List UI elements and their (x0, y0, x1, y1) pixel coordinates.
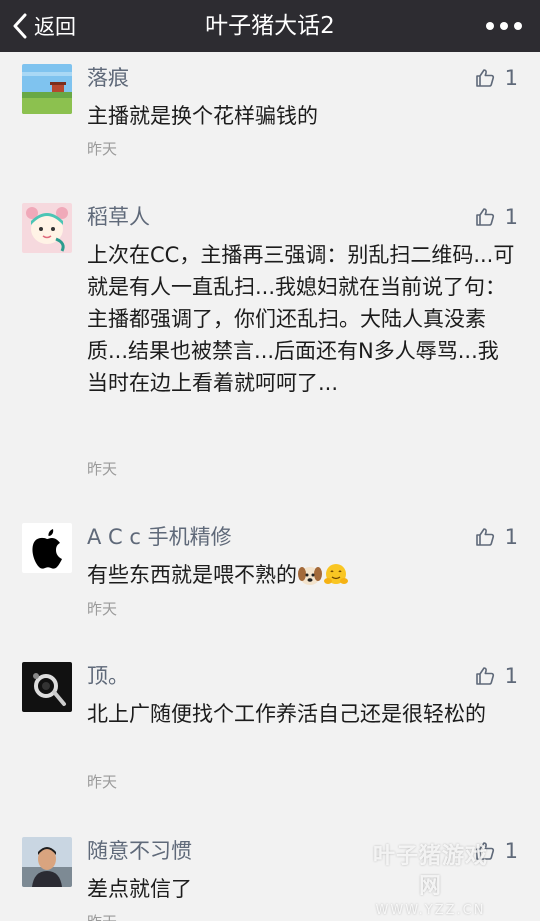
like-button[interactable]: 1 (475, 66, 518, 90)
comment-time: 昨天 (87, 460, 118, 478)
comment-text: 主播就是换个花样骗钱的 (87, 104, 318, 128)
like-count: 1 (504, 664, 518, 688)
thumbs-up-icon (475, 841, 505, 861)
thumbs-up-icon (475, 527, 505, 547)
chevron-left-icon (12, 13, 28, 39)
comment-time: 昨天 (87, 140, 118, 158)
hugging-face-emoji (324, 564, 348, 584)
comment-author[interactable]: A C c 手机精修 (87, 523, 232, 551)
comment-author[interactable]: 随意不习惯 (87, 837, 192, 865)
like-button[interactable]: 1 (475, 525, 518, 549)
comment-author[interactable]: 稻草人 (87, 203, 150, 231)
comment-time: 昨天 (87, 600, 118, 618)
back-button[interactable]: 返回 (12, 0, 76, 52)
thumbs-up-icon (475, 68, 505, 88)
like-count: 1 (504, 66, 518, 90)
like-button[interactable]: 1 (475, 839, 518, 863)
thumbs-up-icon (475, 207, 505, 227)
like-button[interactable]: 1 (475, 664, 518, 688)
thumbs-up-icon (475, 666, 505, 686)
like-count: 1 (504, 839, 518, 863)
avatar[interactable] (22, 662, 72, 712)
avatar[interactable] (22, 64, 72, 114)
dog-face-emoji (298, 567, 322, 585)
back-label: 返回 (34, 15, 76, 39)
comment-author[interactable]: 落痕 (87, 64, 129, 92)
comment-author[interactable]: 顶。 (87, 662, 129, 690)
comment-text: 上次在CC，主播再三强调：别乱扫二维码...可就是有人一直乱扫...我媳妇就在当… (87, 243, 515, 395)
page-title: 叶子猪大话2 (205, 13, 335, 39)
comment-time: 昨天 (87, 912, 117, 921)
avatar[interactable] (22, 203, 72, 253)
navigation-bar: 返回 叶子猪大话2 (0, 0, 540, 52)
comment-text-body: 有些东西就是喂不熟的 (87, 563, 297, 587)
avatar[interactable] (22, 837, 72, 887)
like-button[interactable]: 1 (475, 205, 518, 229)
comment-text: 北上广随便找个工作养活自己还是很轻松的 (87, 702, 486, 726)
more-options-icon[interactable] (486, 17, 522, 35)
comment-text: 差点就信了 (87, 877, 192, 901)
comment-time: 昨天 (87, 773, 118, 791)
like-count: 1 (504, 205, 518, 229)
like-count: 1 (504, 525, 518, 549)
comment-text: 有些东西就是喂不熟的 (87, 559, 517, 591)
avatar[interactable] (22, 523, 72, 573)
